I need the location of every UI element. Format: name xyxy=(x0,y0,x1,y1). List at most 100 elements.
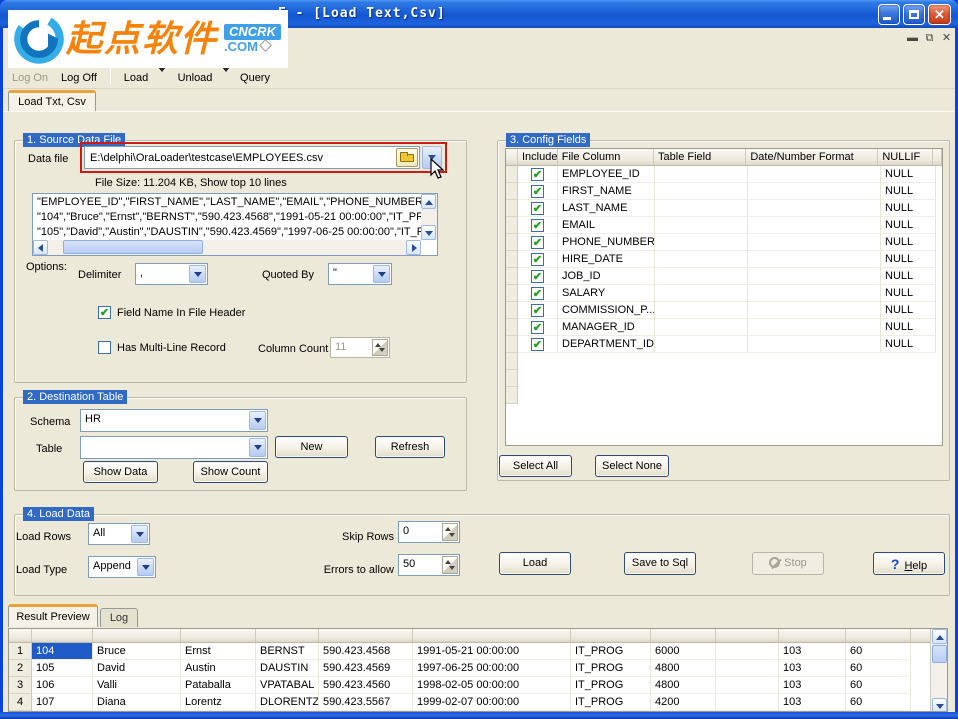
toolbar-log-off-button[interactable]: Log Off xyxy=(55,72,103,86)
toolbar-unload-button[interactable]: Unload xyxy=(170,72,220,86)
result-cell[interactable]: David xyxy=(93,660,181,677)
chevron-down-icon[interactable] xyxy=(249,411,266,430)
result-vertical-scrollbar[interactable] xyxy=(930,629,947,712)
data-file-input[interactable] xyxy=(84,146,420,169)
result-cell[interactable]: IT_PROG xyxy=(571,694,651,711)
spin-buttons-icon[interactable] xyxy=(442,523,458,541)
result-cell[interactable]: 1991-05-21 00:00:00 xyxy=(413,643,571,660)
config-cell-nullif[interactable]: NULL xyxy=(881,285,936,302)
load-rows-select[interactable]: All xyxy=(88,523,150,545)
browse-button[interactable] xyxy=(396,148,418,167)
config-fields-grid[interactable]: IncludeFile ColumnTable FieldDate/Number… xyxy=(505,148,943,446)
toolbar-query-button[interactable]: Query xyxy=(234,72,276,86)
skip-rows-spinner[interactable]: 0 xyxy=(398,521,460,543)
quoted-by-select[interactable]: " xyxy=(328,263,392,285)
mdi-close-button[interactable]: ✕ xyxy=(940,31,953,45)
result-cell[interactable]: 590.423.4560 xyxy=(319,677,413,694)
include-checkbox[interactable]: ✔ xyxy=(531,185,544,198)
result-cell[interactable]: DLORENTZ xyxy=(256,694,319,711)
result-cell[interactable]: Ernst xyxy=(181,643,256,660)
load-type-select[interactable]: Append xyxy=(88,556,156,578)
result-cell[interactable]: 590.423.5567 xyxy=(319,694,413,711)
result-cell[interactable]: Valli xyxy=(93,677,181,694)
result-cell[interactable]: 103 xyxy=(779,694,846,711)
tab-load-txt-csv[interactable]: Load Txt, Csv xyxy=(8,90,96,112)
config-cell-format[interactable] xyxy=(748,234,881,251)
chevron-down-icon[interactable] xyxy=(137,558,154,576)
result-cell[interactable]: 106 xyxy=(32,677,93,694)
include-checkbox[interactable]: ✔ xyxy=(531,287,544,300)
result-cell[interactable]: Lorentz xyxy=(181,694,256,711)
preview-vertical-scrollbar[interactable] xyxy=(421,194,437,240)
config-cell-format[interactable] xyxy=(748,166,881,183)
result-cell[interactable]: 1997-06-25 00:00:00 xyxy=(413,660,571,677)
config-cell-file_column[interactable]: HIRE_DATE xyxy=(558,251,655,268)
result-cell[interactable]: 1999-02-07 00:00:00 xyxy=(413,694,571,711)
select-none-button[interactable]: Select None xyxy=(595,455,669,477)
delimiter-select[interactable]: , xyxy=(135,263,208,285)
result-cell[interactable]: 6000 xyxy=(651,643,716,660)
config-cell-table_field[interactable] xyxy=(655,285,748,302)
result-cell[interactable]: 105 xyxy=(32,660,93,677)
config-cell-table_field[interactable] xyxy=(655,217,748,234)
result-cell[interactable]: 103 xyxy=(779,643,846,660)
config-cell-nullif[interactable]: NULL xyxy=(881,217,936,234)
close-button[interactable]: ✕ xyxy=(928,4,951,25)
result-cell[interactable]: 103 xyxy=(779,660,846,677)
result-cell[interactable]: 60 xyxy=(846,677,911,694)
result-cell[interactable]: 4800 xyxy=(651,660,716,677)
config-cell-table_field[interactable] xyxy=(655,251,748,268)
chevron-down-icon[interactable] xyxy=(249,438,266,457)
include-checkbox[interactable]: ✔ xyxy=(531,321,544,334)
include-checkbox[interactable]: ✔ xyxy=(531,338,544,351)
tab-result-preview[interactable]: Result Preview xyxy=(8,604,98,627)
result-cell[interactable]: 1998-02-05 00:00:00 xyxy=(413,677,571,694)
config-cell-table_field[interactable] xyxy=(655,336,748,353)
save-to-sql-button[interactable]: Save to Sql xyxy=(624,552,696,575)
config-cell-format[interactable] xyxy=(748,268,881,285)
maximize-button[interactable] xyxy=(903,4,925,25)
include-checkbox[interactable]: ✔ xyxy=(531,236,544,249)
result-cell[interactable]: IT_PROG xyxy=(571,643,651,660)
config-cell-nullif[interactable]: NULL xyxy=(881,200,936,217)
scrollbar-thumb[interactable] xyxy=(932,645,947,663)
result-cell[interactable]: 590.423.4568 xyxy=(319,643,413,660)
result-cell[interactable]: BERNST xyxy=(256,643,319,660)
result-cell[interactable]: 107 xyxy=(32,694,93,711)
result-cell[interactable]: 104 xyxy=(32,643,93,660)
config-cell-table_field[interactable] xyxy=(655,302,748,319)
result-cell[interactable]: 60 xyxy=(846,694,911,711)
result-cell[interactable]: 4800 xyxy=(651,677,716,694)
result-cell[interactable]: IT_PROG xyxy=(571,660,651,677)
mdi-restore-button[interactable]: ⧉ xyxy=(923,31,936,45)
config-cell-format[interactable] xyxy=(748,217,881,234)
refresh-button[interactable]: Refresh xyxy=(375,436,445,458)
tab-log[interactable]: Log xyxy=(100,608,138,627)
config-cell-format[interactable] xyxy=(748,200,881,217)
result-cell[interactable]: VPATABAL xyxy=(256,677,319,694)
include-checkbox[interactable]: ✔ xyxy=(531,304,544,317)
config-cell-nullif[interactable]: NULL xyxy=(881,251,936,268)
config-cell-format[interactable] xyxy=(748,285,881,302)
config-cell-nullif[interactable]: NULL xyxy=(881,234,936,251)
include-checkbox[interactable]: ✔ xyxy=(531,219,544,232)
select-all-button[interactable]: Select All xyxy=(499,455,572,477)
result-cell[interactable]: DAUSTIN xyxy=(256,660,319,677)
config-cell-format[interactable] xyxy=(748,319,881,336)
config-cell-nullif[interactable]: NULL xyxy=(881,302,936,319)
include-checkbox[interactable]: ✔ xyxy=(531,270,544,283)
config-cell-nullif[interactable]: NULL xyxy=(881,166,936,183)
show-count-button[interactable]: Show Count xyxy=(193,461,268,483)
config-cell-file_column[interactable]: COMMISSION_P... xyxy=(558,302,655,319)
config-cell-nullif[interactable]: NULL xyxy=(881,268,936,285)
include-checkbox[interactable]: ✔ xyxy=(531,168,544,181)
preview-horizontal-scrollbar[interactable] xyxy=(33,240,421,255)
config-cell-file_column[interactable]: EMAIL xyxy=(558,217,655,234)
config-cell-nullif[interactable]: NULL xyxy=(881,183,936,200)
config-cell-format[interactable] xyxy=(748,183,881,200)
config-cell-file_column[interactable]: PHONE_NUMBER xyxy=(558,234,655,251)
config-cell-table_field[interactable] xyxy=(655,319,748,336)
chevron-down-icon[interactable] xyxy=(373,265,390,283)
result-cell[interactable]: Diana xyxy=(93,694,181,711)
file-preview-box[interactable]: "EMPLOYEE_ID","FIRST_NAME","LAST_NAME","… xyxy=(32,193,438,256)
